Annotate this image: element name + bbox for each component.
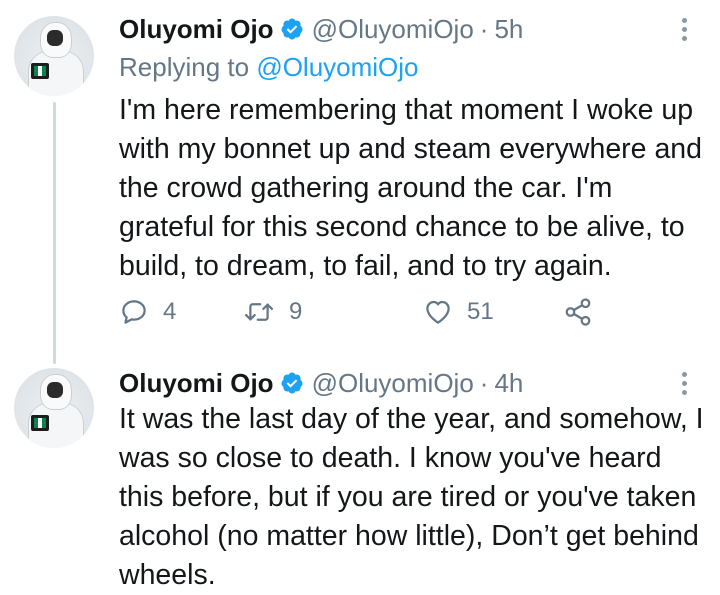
nigeria-flag-icon xyxy=(34,418,46,428)
avatar[interactable] xyxy=(14,368,94,448)
author-handle[interactable]: @OluyomiOjo xyxy=(312,368,474,399)
nigeria-flag-icon xyxy=(34,66,46,76)
avatar[interactable] xyxy=(14,16,94,96)
author-name[interactable]: Oluyomi Ojo xyxy=(119,368,274,399)
retweet-icon xyxy=(244,303,274,321)
like-button[interactable]: 51 xyxy=(423,294,494,330)
timestamp[interactable]: 5h xyxy=(494,14,523,45)
reply-button[interactable]: 4 xyxy=(119,294,176,330)
reply-count: 4 xyxy=(163,298,177,325)
tweet-actions: 4 9 51 xyxy=(119,294,619,330)
separator-dot: · xyxy=(479,367,489,398)
reply-icon xyxy=(122,300,146,324)
tweet-text: It was the last day of the year, and som… xyxy=(119,403,704,591)
verified-badge-icon xyxy=(281,18,303,40)
tweet-header: Oluyomi Ojo @OluyomiOjo · 4h xyxy=(119,366,523,400)
share-button[interactable] xyxy=(563,294,593,330)
tweet-header: Oluyomi Ojo @OluyomiOjo · 5h xyxy=(119,12,523,46)
verified-badge-icon xyxy=(281,372,303,394)
more-options-icon[interactable] xyxy=(674,12,694,46)
avatar-visor xyxy=(47,30,63,46)
replying-to: Replying to @OluyomiOjo xyxy=(119,52,419,83)
avatar-visor xyxy=(47,382,63,398)
replying-to-mention[interactable]: @OluyomiOjo xyxy=(256,52,418,82)
author-name[interactable]: Oluyomi Ojo xyxy=(119,14,274,45)
tweet-text: I'm here remembering that moment I woke … xyxy=(119,94,702,282)
author-handle[interactable]: @OluyomiOjo xyxy=(312,14,474,45)
retweet-button[interactable]: 9 xyxy=(243,294,302,330)
separator-dot: · xyxy=(479,13,489,44)
replying-to-label: Replying to xyxy=(119,52,250,82)
tweet[interactable]: Oluyomi Ojo @OluyomiOjo · 4h It was the … xyxy=(0,360,720,591)
like-count: 51 xyxy=(467,298,494,325)
retweet-count: 9 xyxy=(289,298,303,325)
more-options-icon[interactable] xyxy=(674,366,694,400)
share-icon xyxy=(565,298,591,326)
heart-icon xyxy=(426,300,450,324)
tweet[interactable]: Oluyomi Ojo @OluyomiOjo · 5h Replying to… xyxy=(0,0,720,360)
timestamp[interactable]: 4h xyxy=(494,368,523,399)
